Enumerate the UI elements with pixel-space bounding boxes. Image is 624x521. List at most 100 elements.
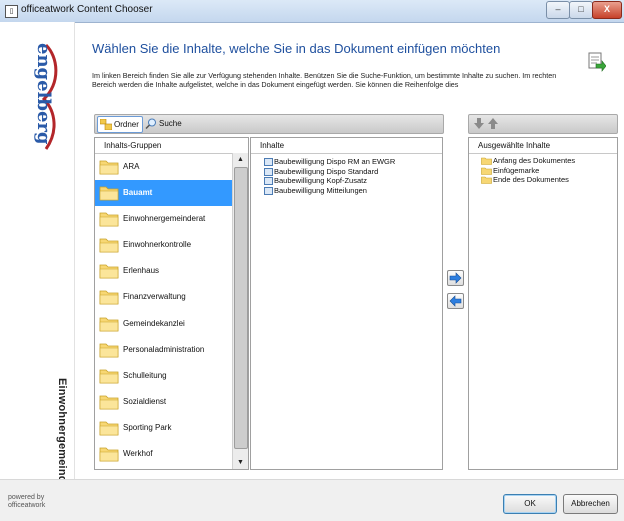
folder-icon [99,264,119,279]
engelberg-logo: engelberg [33,43,58,150]
folder-icon [99,186,119,201]
content-item[interactable]: Baubewilligung Dispo Standard [264,167,442,177]
order-toolbar [468,114,618,134]
folder-icon [99,421,119,436]
folder-icon [99,160,119,175]
selected-item-label: Anfang des Dokumentes [493,156,576,165]
group-item[interactable]: Werkhof [95,441,232,467]
selected-item[interactable]: Ende des Dokumentes [481,175,617,185]
contents-header: Inhalte [251,138,442,154]
group-item-label: Personaladministration [123,344,205,354]
content-item[interactable]: Baubewilligung Mitteilungen [264,186,442,196]
remove-content-button[interactable] [447,293,464,309]
powered-by-line2: officeatwork [8,502,46,509]
group-item-label: Sozialdienst [123,396,167,406]
selected-item-label: Einfügemarke [493,165,540,175]
content-item-label: Baubewilligung Kopf-Zusatz [274,176,367,185]
group-item-label: Bauamt [123,188,153,198]
content-item-label: Baubewilligung Dispo RM an EWGR [274,157,396,166]
cancel-button[interactable]: Abbrechen [563,494,618,514]
selected-contents-header: Ausgewählte Inhalte [469,138,617,154]
move-up-icon[interactable] [488,118,498,129]
footer-bar: powered by officeatwork OK Abbrechen [0,479,624,521]
folder-icon [99,447,119,462]
group-item[interactable]: Sporting Park [95,415,232,441]
group-item[interactable]: Bauamt [95,180,232,207]
folder-open-icon [481,167,492,175]
window-title: officeatwork Content Chooser [21,4,153,15]
page-description: Im linken Bereich finden Sie alle zur Ve… [92,71,557,89]
group-item-label: Gemeindekanzlei [123,318,185,328]
template-document-icon [264,186,273,195]
group-item-label: ARA [123,162,140,171]
group-item[interactable]: Schulleitung [95,363,232,389]
content-item[interactable]: Baubewilligung Kopf-Zusatz [264,176,442,186]
group-item-label: Sporting Park [123,422,172,432]
group-item[interactable]: Einwohnergemeinderat [95,206,232,232]
contents-panel: Inhalte Baubewilligung Dispo RM an EWGR B… [250,137,443,470]
folder-icon [99,317,119,331]
search-mode-button[interactable]: Suche [143,116,185,131]
folder-mode-label: Ordner [114,120,139,129]
folder-icon [99,395,119,410]
folder-mode-button[interactable]: Ordner [97,116,143,133]
selected-contents-list: Anfang des Dokumentes Einfügemarke Ende de… [469,154,617,185]
search-mode-label: Suche [159,119,182,128]
minimize-button[interactable]: – [546,1,570,19]
selected-item-label: Ende des Dokumentes [493,175,569,184]
group-item-label: Erlenhaus [123,266,160,276]
group-item-label: Schulleitung [123,370,167,380]
selected-contents-panel: Ausgewählte Inhalte Anfang des Dokumente… [468,137,618,470]
close-button[interactable]: X [592,1,622,19]
move-down-icon[interactable] [474,118,484,129]
content-groups-panel: Inhalts-Gruppen ARA Bauamt Einwohnergemein… [94,137,249,470]
template-document-icon [264,167,273,176]
group-item-label: Finanzverwaltung [123,292,186,302]
sidebar: engelberg Einwohnergemeinde [0,22,75,489]
scroll-thumb[interactable] [234,167,248,449]
selected-item[interactable]: Anfang des Dokumentes [481,156,617,166]
powered-by-line1: powered by [8,494,45,501]
browse-toolbar: Ordner Suche [94,114,444,134]
logo-text: engelberg [33,43,54,145]
maximize-button[interactable]: □ [569,1,593,19]
group-item[interactable]: Einwohnerkontrolle [95,232,232,258]
contents-list: Baubewilligung Dispo RM an EWGR Baubewill… [251,154,442,195]
group-item[interactable]: Sozialdienst [95,389,232,415]
folder-icon [99,212,119,227]
template-document-icon [264,177,273,186]
content-item[interactable]: Baubewilligung Dispo RM an EWGR [264,157,442,167]
insert-document-icon [588,52,606,72]
scroll-up-arrow[interactable]: ▲ [233,153,248,166]
page-title: Wählen Sie die Inhalte, welche Sie in da… [92,41,501,56]
content-groups-list: ARA Bauamt Einwohnergemeinderat Einwohnerko… [95,154,232,469]
selected-item[interactable]: Einfügemarke [481,166,617,176]
group-item[interactable]: Gemeindekanzlei [95,311,232,337]
group-item[interactable]: ARA [95,154,232,180]
add-content-button[interactable] [447,270,464,286]
group-item[interactable]: Erlenhaus [95,258,232,284]
folder-open-icon [481,157,492,165]
ok-button[interactable]: OK [503,494,557,514]
search-icon [145,118,156,129]
folder-icon [99,291,119,305]
arrow-right-icon [449,272,462,284]
group-item[interactable]: Personaladministration [95,337,232,363]
folder-icon [99,369,119,384]
folder-icon [99,238,119,253]
group-item-label: Werkhof [123,449,153,459]
content-item-label: Baubewilligung Mitteilungen [274,185,367,195]
scroll-down-arrow[interactable]: ▼ [233,456,248,469]
group-item-label: Einwohnerkontrolle [123,240,192,250]
municipality-label: Einwohnergemeinde [56,378,68,489]
group-item-label: Einwohnergemeinderat [123,214,206,224]
group-item[interactable]: Finanzverwaltung [95,284,232,310]
template-document-icon [264,158,273,167]
document-icon: ▯ [5,5,18,18]
folder-icon [99,343,119,358]
content-item-label: Baubewilligung Dispo Standard [274,166,379,176]
groups-scrollbar[interactable]: ▲ ▼ [232,153,248,469]
folder-tree-icon [100,119,112,130]
powered-by-label: powered by officeatwork [8,494,45,510]
arrow-left-icon [449,295,462,307]
